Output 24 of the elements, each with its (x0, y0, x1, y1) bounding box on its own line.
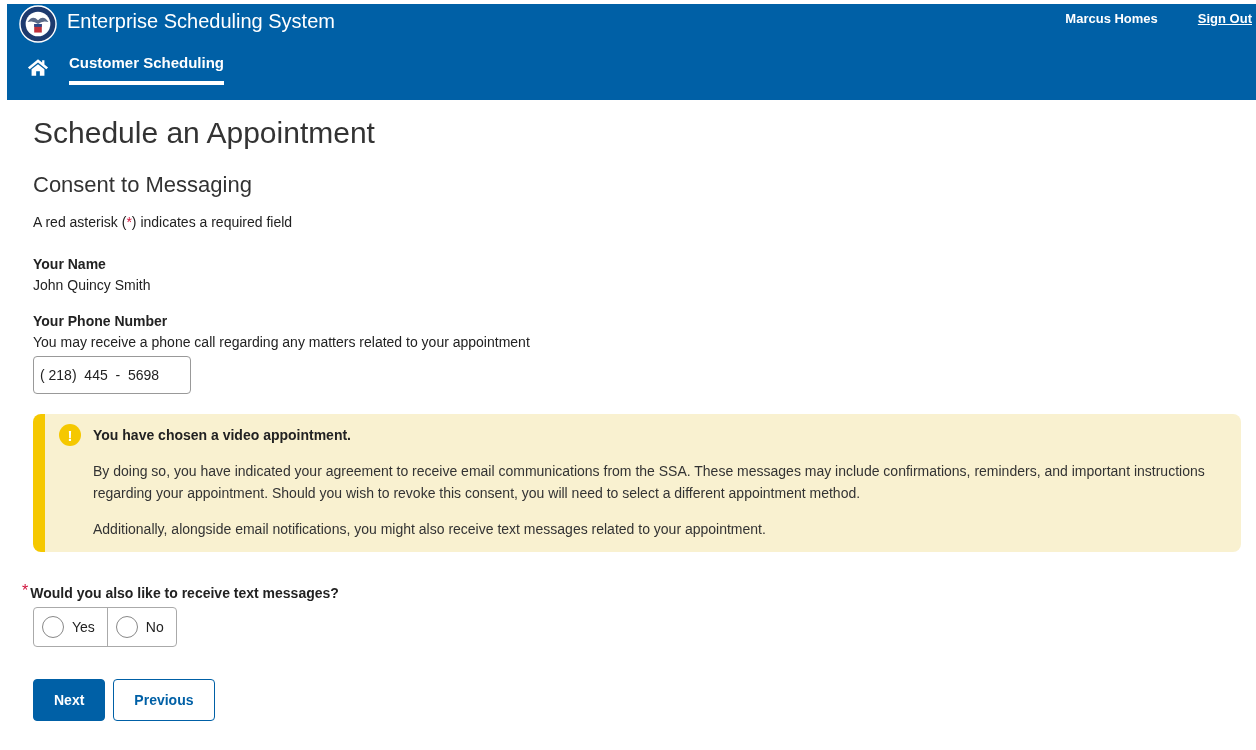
section-title: Consent to Messaging (33, 172, 253, 198)
user-name: Marcus Homes (1065, 11, 1158, 26)
seal-logo (19, 5, 57, 43)
field-value: John Quincy Smith (33, 277, 152, 293)
alert-text: Additionally, alongside email notifications, you might also receive text messages related to your appointment. (93, 520, 767, 539)
sign-out-link[interactable]: Sign Out (1197, 11, 1252, 26)
question-label: Would you also like to receive text messages? (30, 585, 339, 601)
radio-option[interactable]: Yes (34, 608, 107, 646)
field-label: Your Phone Number (33, 313, 169, 329)
page-title: Schedule an Appointment (33, 116, 376, 150)
field-label: Your Name (33, 256, 107, 272)
home-icon[interactable] (27, 58, 49, 77)
radio-option[interactable]: No (106, 608, 176, 646)
field-hint: You may receive a phone call regarding any matters related to your appointment (33, 334, 531, 350)
app-title: Enterprise Scheduling System (67, 9, 335, 33)
alert-text: By doing so, you have indicated your agreement to receive email communications from the SSA. These messages may include confirmations, reminders, and important instructions regarding your appointment. Should you wish to revoke this consent, you will need to select a different appointment method. (93, 462, 1206, 503)
next-button[interactable]: Next (33, 679, 106, 721)
phone-input[interactable]: ( 218) 445 - 5698 (33, 356, 191, 394)
previous-button[interactable]: Previous (113, 679, 215, 721)
warning-icon: ! (59, 424, 81, 446)
required-mark: * (22, 582, 29, 600)
nav-tab[interactable]: Customer Scheduling (69, 50, 225, 85)
required-note: A red asterisk (*) indicates a required field (33, 214, 293, 230)
alert-title: You have chosen a video appointment. (93, 427, 351, 443)
